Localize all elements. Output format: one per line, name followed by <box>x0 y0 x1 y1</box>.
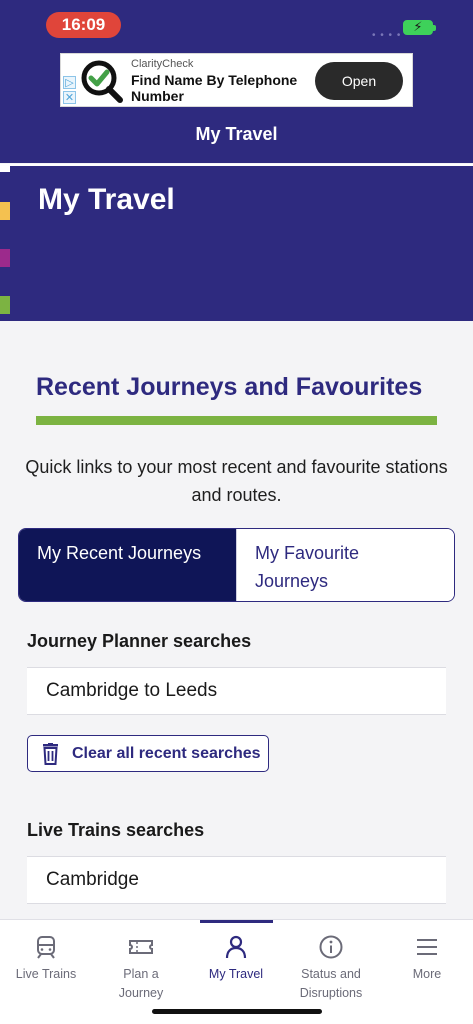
tab-favourite-journeys[interactable]: My Favourite Journeys <box>236 529 454 601</box>
list-item[interactable]: Cambridge <box>27 856 446 904</box>
ad-close-icon[interactable]: ✕ <box>63 91 76 104</box>
ticket-icon <box>129 940 153 954</box>
info-icon <box>319 935 343 959</box>
ad-choices[interactable]: ▷ ✕ <box>63 76 77 106</box>
ad-headline: Find Name By Telephone Number <box>131 72 298 104</box>
section-underline <box>36 416 437 425</box>
hero-accent-bar <box>0 249 10 267</box>
tabbar-item-status[interactable]: Status and Disruptions <box>284 920 378 1010</box>
tabbar-item-more[interactable]: More <box>380 920 473 1010</box>
magnifier-check-icon <box>81 60 123 103</box>
person-icon <box>225 935 247 959</box>
section-title: Recent Journeys and Favourites <box>36 373 423 401</box>
battery-icon: ⚡ <box>403 19 436 35</box>
tab-recent-journeys[interactable]: My Recent Journeys <box>19 529 236 601</box>
train-icon <box>37 936 55 959</box>
tabbar-label: Plan a Journey <box>118 967 164 1000</box>
journey-planner-heading: Journey Planner searches <box>27 631 252 651</box>
hero-banner: My Travel <box>0 164 473 321</box>
tabbar-item-plan-journey[interactable]: Plan a Journey <box>94 920 188 1010</box>
tabbar-label: Live Trains <box>15 967 77 981</box>
hero-accent-bar <box>0 296 10 314</box>
tabbar-label: More <box>412 967 442 981</box>
hero-accent-bar <box>0 202 10 220</box>
tabbar-label: Status and Disruptions <box>299 967 363 1000</box>
tabbar-label: My Travel <box>208 967 264 981</box>
clear-recent-searches-button[interactable]: Clear all recent searches <box>27 735 269 772</box>
clear-button-label: Clear all recent searches <box>72 744 261 762</box>
ad-brand: ClarityCheck <box>131 58 194 70</box>
ad-open-button[interactable]: Open <box>315 62 403 100</box>
ad-info-icon[interactable]: ▷ <box>63 76 76 89</box>
hero-accent-bar <box>0 164 10 172</box>
tabbar-item-my-travel[interactable]: My Travel <box>189 920 283 1010</box>
ad-banner[interactable]: ▷ ✕ ClarityCheck Find Name By Telephone … <box>60 53 413 107</box>
menu-icon <box>417 939 437 955</box>
nav-title: My Travel <box>195 124 278 144</box>
page-title: My Travel <box>38 183 175 216</box>
status-time: 16:09 <box>46 12 121 38</box>
trash-icon <box>43 742 58 765</box>
main-content: Recent Journeys and Favourites Quick lin… <box>0 321 473 919</box>
live-trains-heading: Live Trains searches <box>27 820 205 840</box>
signal-icon: • • • • <box>372 30 402 41</box>
top-header: 16:09 • • • • ⚡ ▷ ✕ ClarityCheck Find Na… <box>0 0 473 163</box>
section-intro: Quick links to your most recent and favo… <box>25 457 448 505</box>
list-item[interactable]: Cambridge to Leeds <box>27 667 446 715</box>
journey-tabs: My Recent Journeys My Favourite Journeys <box>18 528 455 602</box>
tabbar-item-live-trains[interactable]: Live Trains <box>0 920 93 1010</box>
home-indicator[interactable] <box>152 1009 322 1014</box>
